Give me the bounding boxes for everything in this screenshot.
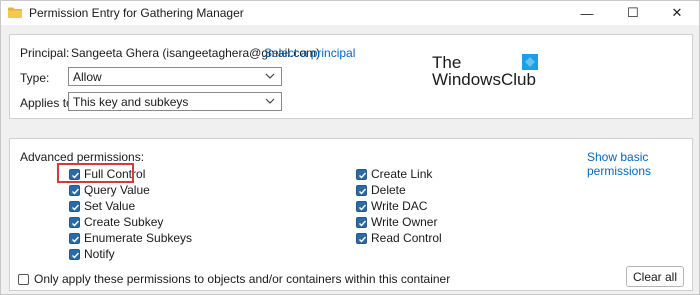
checkbox-checked[interactable]: [69, 184, 80, 196]
checkbox-checked[interactable]: [69, 232, 80, 244]
checkbox-checked[interactable]: [69, 200, 80, 212]
permission-set-value[interactable]: Set Value: [69, 199, 135, 213]
minimize-button[interactable]: —: [565, 1, 609, 25]
permission-create-subkey[interactable]: Create Subkey: [69, 215, 163, 229]
checkbox-checked[interactable]: [69, 216, 80, 228]
permission-label: Notify: [84, 247, 115, 261]
checkbox-checked[interactable]: [356, 168, 367, 180]
windowsclub-logo: The WindowsClub: [432, 53, 542, 93]
principal-label: Principal:: [20, 46, 70, 60]
permission-label: Enumerate Subkeys: [84, 231, 193, 245]
checkbox-checked[interactable]: [356, 184, 367, 196]
logo-mark-icon: [522, 54, 538, 70]
checkbox-unchecked[interactable]: [18, 273, 29, 285]
maximize-button[interactable]: ☐: [611, 1, 655, 25]
advanced-permissions-heading: Advanced permissions:: [20, 150, 145, 164]
checkbox-checked[interactable]: [356, 232, 367, 244]
applies-to-dropdown[interactable]: This key and subkeys: [68, 92, 282, 111]
select-principal-link[interactable]: Select a principal: [264, 46, 355, 60]
type-dropdown[interactable]: Allow: [68, 67, 282, 86]
permission-enumerate-subkeys[interactable]: Enumerate Subkeys: [69, 231, 192, 245]
permission-write-owner[interactable]: Write Owner: [356, 215, 437, 229]
advanced-permissions-panel: Advanced permissions: Show basic permiss…: [9, 138, 693, 291]
logo-line-2: WindowsClub: [432, 70, 536, 89]
permission-label: Set Value: [84, 199, 136, 213]
type-value: Allow: [73, 70, 102, 84]
applies-to-value: This key and subkeys: [73, 95, 189, 109]
permission-label: Write DAC: [371, 199, 428, 213]
clear-all-button[interactable]: Clear all: [626, 266, 684, 287]
permission-label: Write Owner: [371, 215, 438, 229]
only-apply-option[interactable]: Only apply these permissions to objects …: [18, 272, 450, 286]
permission-create-link[interactable]: Create Link: [356, 167, 432, 181]
permission-label: Create Subkey: [84, 215, 164, 229]
permission-label: Delete: [371, 183, 406, 197]
permission-notify[interactable]: Notify: [69, 247, 115, 261]
permission-label: Create Link: [371, 167, 433, 181]
permission-label: Read Control: [371, 231, 442, 245]
show-basic-permissions-link[interactable]: Show basic permissions: [587, 150, 692, 178]
permission-query-value[interactable]: Query Value: [69, 183, 150, 197]
permission-read-control[interactable]: Read Control: [356, 231, 442, 245]
title-bar: Permission Entry for Gathering Manager —…: [1, 1, 699, 25]
permission-delete[interactable]: Delete: [356, 183, 406, 197]
permission-write-dac[interactable]: Write DAC: [356, 199, 427, 213]
type-label: Type:: [20, 71, 50, 85]
full-control-highlight: [57, 163, 134, 183]
only-apply-label: Only apply these permissions to objects …: [34, 272, 451, 286]
folder-icon: [8, 7, 22, 18]
checkbox-checked[interactable]: [356, 200, 367, 212]
chevron-down-icon: [265, 98, 275, 104]
permission-entry-window: Permission Entry for Gathering Manager —…: [0, 0, 700, 295]
chevron-down-icon: [265, 73, 275, 79]
principal-panel: Principal: Sangeeta Ghera (isangeetagher…: [9, 34, 693, 119]
close-button[interactable]: ✕: [655, 1, 699, 25]
window-title: Permission Entry for Gathering Manager: [29, 6, 244, 20]
permission-label: Query Value: [84, 183, 150, 197]
checkbox-checked[interactable]: [356, 216, 367, 228]
checkbox-checked[interactable]: [69, 248, 80, 260]
